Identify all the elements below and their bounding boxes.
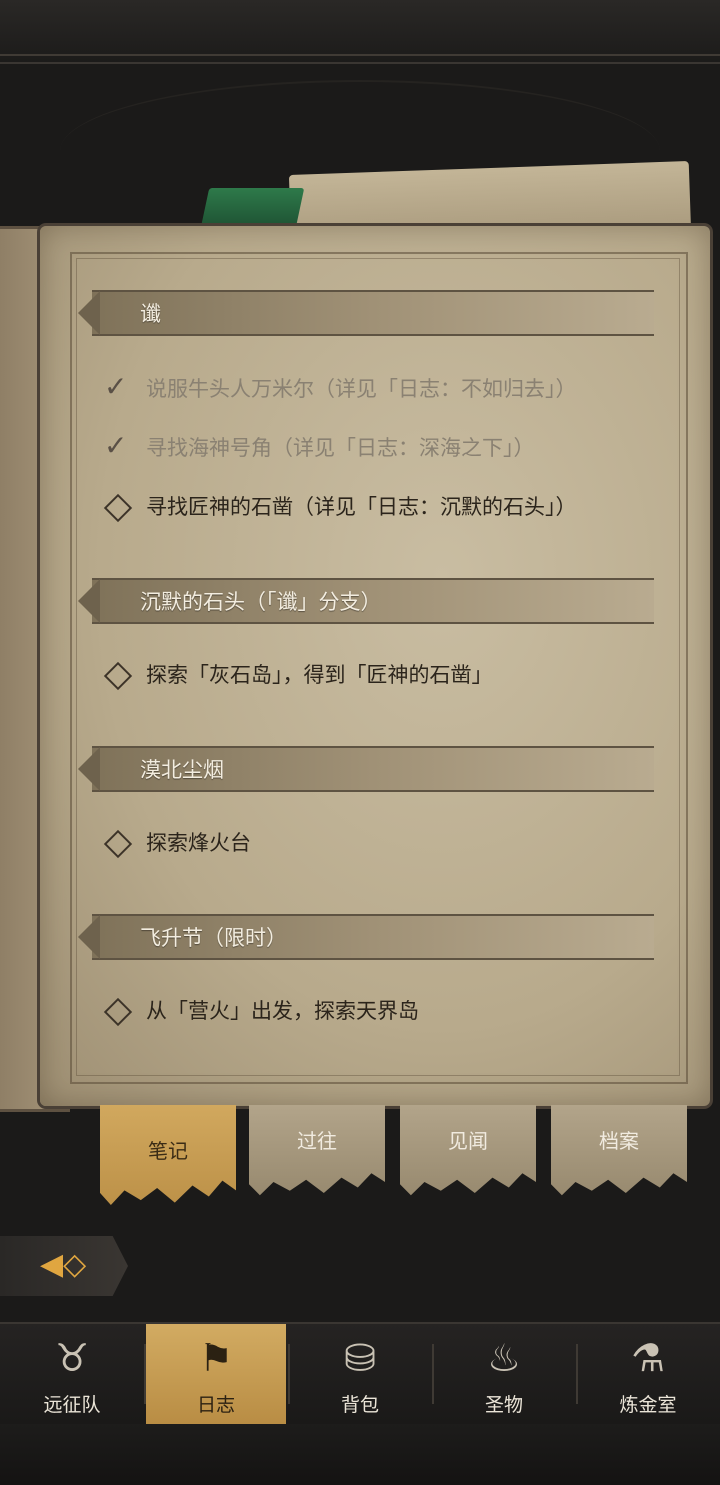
tab-past[interactable]: 过往	[249, 1105, 385, 1196]
section-header[interactable]: 漠北尘烟	[78, 740, 654, 798]
nav-label: 圣物	[484, 1394, 523, 1416]
quest-text: 寻找匠神的石凿（详见「日志：沉默的石头」）	[146, 495, 577, 519]
top-frame	[0, 0, 720, 64]
section-tip	[78, 747, 100, 791]
section-band	[92, 290, 654, 336]
nav-backpack[interactable]: ⛁ 背包	[290, 1324, 430, 1424]
section-title: 飞升节（限时）	[140, 926, 287, 950]
tab-archive[interactable]: 档案	[551, 1105, 687, 1196]
arrow-left-diamond-icon: ◀◇	[40, 1247, 87, 1282]
alchemy-icon: ⚗	[630, 1336, 666, 1380]
journal-banner-icon: ⚑	[198, 1336, 234, 1380]
section-title: 沉默的石头（「谶」分支）	[140, 590, 382, 614]
bookmark-ribbon	[200, 188, 305, 228]
tab-label: 过往	[297, 1129, 337, 1153]
backpack-icon: ⛁	[344, 1336, 376, 1380]
checkmark-icon: ✓	[104, 370, 128, 403]
quest-text: 探索「灰石岛」，得到「匠神的石凿」	[146, 663, 493, 687]
bottom-frame	[0, 1424, 720, 1485]
bottom-nav: ♉ 远征队 ⚑ 日志 ⛁ 背包 ♨ 圣物 ⚗ 炼金室	[0, 1322, 720, 1426]
nav-label: 背包	[340, 1394, 379, 1416]
tab-label: 笔记	[148, 1139, 188, 1163]
section-tip	[78, 915, 100, 959]
torch-relic-icon: ♨	[486, 1336, 522, 1380]
tab-notes[interactable]: 笔记	[100, 1105, 236, 1206]
section-header[interactable]: 沉默的石头（「谶」分支）	[78, 572, 654, 630]
tab-label: 档案	[599, 1129, 639, 1153]
section-tip	[78, 291, 100, 335]
nav-label: 日志	[196, 1394, 235, 1416]
nav-label: 远征队	[43, 1394, 101, 1416]
nav-relics[interactable]: ♨ 圣物	[434, 1324, 574, 1424]
section-title: 漠北尘烟	[140, 758, 224, 782]
section-tip	[78, 579, 100, 623]
quest-text: 说服牛头人万米尔（详见「日志：不如归去」）	[146, 377, 577, 401]
checkmark-icon: ✓	[104, 429, 128, 462]
quest-text: 探索烽火台	[146, 831, 251, 855]
nav-journal[interactable]: ⚑ 日志	[146, 1324, 286, 1424]
tab-label: 见闻	[448, 1129, 488, 1153]
tab-knowledge[interactable]: 见闻	[400, 1105, 536, 1196]
nav-alchemy[interactable]: ⚗ 炼金室	[578, 1324, 718, 1424]
section-header[interactable]: 飞升节（限时）	[78, 908, 654, 966]
horned-helmet-icon: ♉	[54, 1336, 90, 1380]
quest-text: 寻找海神号角（详见「日志：深海之下」）	[146, 436, 535, 460]
quest-text: 从「营火」出发，探索天界岛	[146, 999, 419, 1023]
nav-label: 炼金室	[619, 1394, 677, 1416]
section-title: 谶	[140, 302, 161, 326]
nav-expedition[interactable]: ♉ 远征队	[2, 1324, 142, 1424]
section-header[interactable]: 谶	[78, 284, 654, 342]
